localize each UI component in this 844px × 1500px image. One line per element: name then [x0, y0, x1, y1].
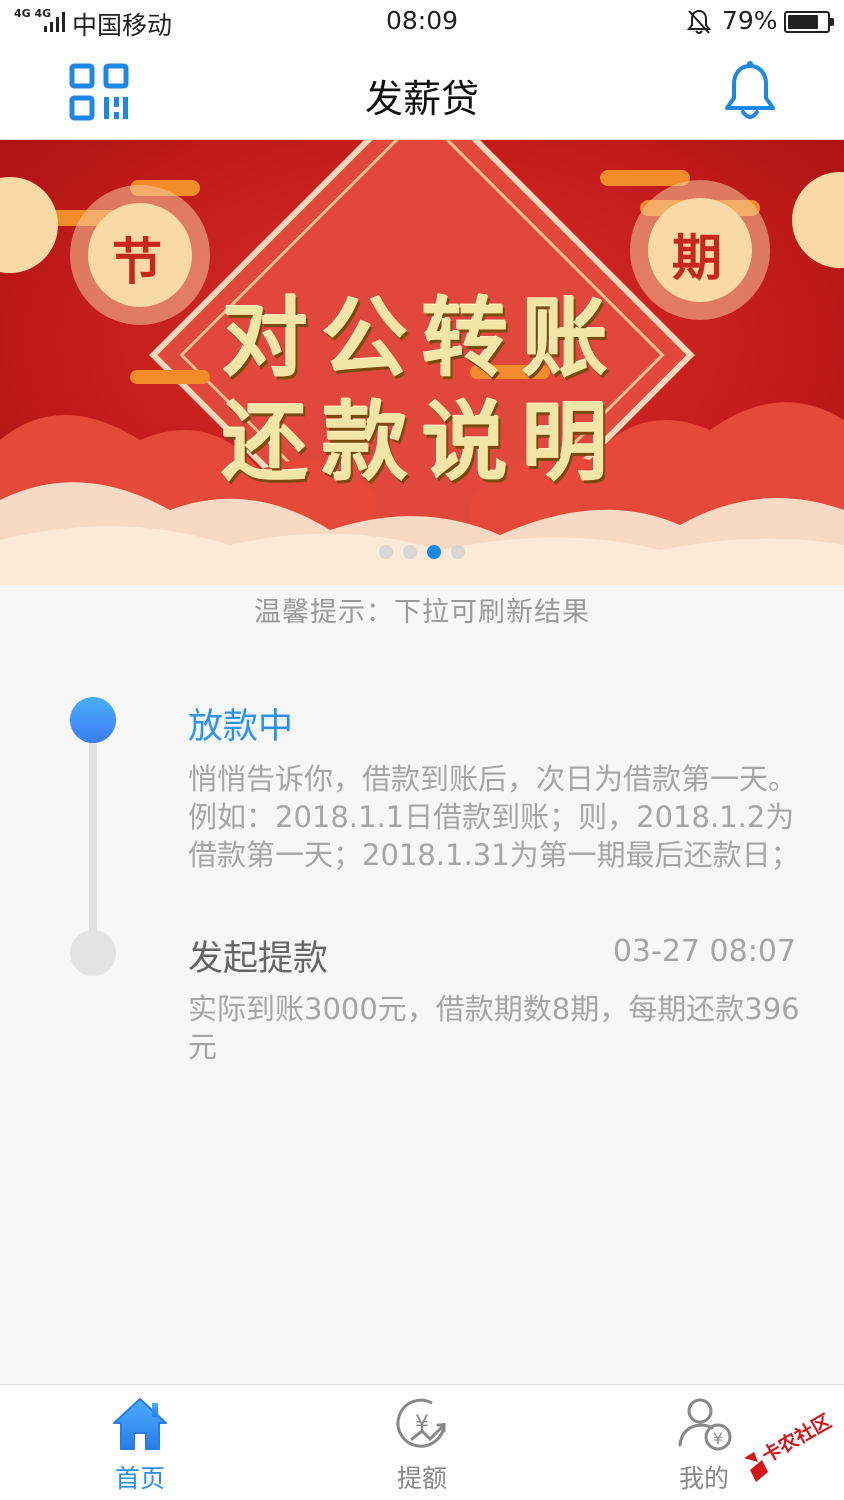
- carousel-dot[interactable]: [379, 545, 393, 559]
- carousel-dot[interactable]: [427, 545, 441, 559]
- timeline-track: [89, 720, 97, 952]
- timeline-node: [70, 930, 116, 976]
- carousel-indicator[interactable]: [0, 545, 844, 559]
- carousel-dot[interactable]: [451, 545, 465, 559]
- step-title-withdrawal: 发起提款: [188, 939, 329, 979]
- step-title-disbursing: 放款中: [188, 707, 294, 747]
- promo-banner[interactable]: 节 期 对公转账 还款说明: [0, 140, 844, 585]
- tab-credit-limit[interactable]: ¥ 提额: [342, 1385, 502, 1500]
- tab-home[interactable]: 首页: [60, 1385, 220, 1500]
- profile-icon: ¥: [678, 1398, 732, 1451]
- battery-percent: 79%: [722, 6, 778, 35]
- step-description-withdrawal: 实际到账3000元，借款期数8期，每期还款396元: [188, 992, 800, 1064]
- home-icon: [113, 1398, 167, 1450]
- bottom-tab-bar: 首页 ¥ 提额 ¥ 我的: [0, 1384, 844, 1500]
- battery-level: [788, 15, 818, 29]
- refresh-tip: 温馨提示：下拉可刷新结果: [254, 597, 590, 628]
- banner-headline-line2: 还款说明: [222, 392, 622, 493]
- step-description-disbursing: 悄悄告诉你，借款到账后，次日为借款第一天。例如：2018.1.1日借款到账；则，…: [188, 762, 800, 872]
- app-header: 发薪贷: [0, 46, 844, 140]
- tab-home-label: 首页: [114, 1464, 165, 1493]
- credit-limit-icon: ¥: [396, 1398, 446, 1448]
- notification-bell-icon[interactable]: [722, 60, 778, 124]
- tab-credit-limit-label: 提额: [396, 1464, 447, 1493]
- status-bar: 4G 4G 中国移动 08:09 79%: [0, 0, 844, 46]
- battery-icon: [784, 11, 834, 33]
- timeline-node-active: [70, 697, 116, 743]
- clock: 08:09: [385, 6, 459, 35]
- step-timestamp-withdrawal: 03-27 08:07: [612, 934, 796, 969]
- silent-bell-icon: [687, 9, 711, 34]
- page-title: 发薪贷: [364, 77, 479, 121]
- carousel-dot[interactable]: [403, 545, 417, 559]
- svg-text:¥: ¥: [713, 1429, 723, 1448]
